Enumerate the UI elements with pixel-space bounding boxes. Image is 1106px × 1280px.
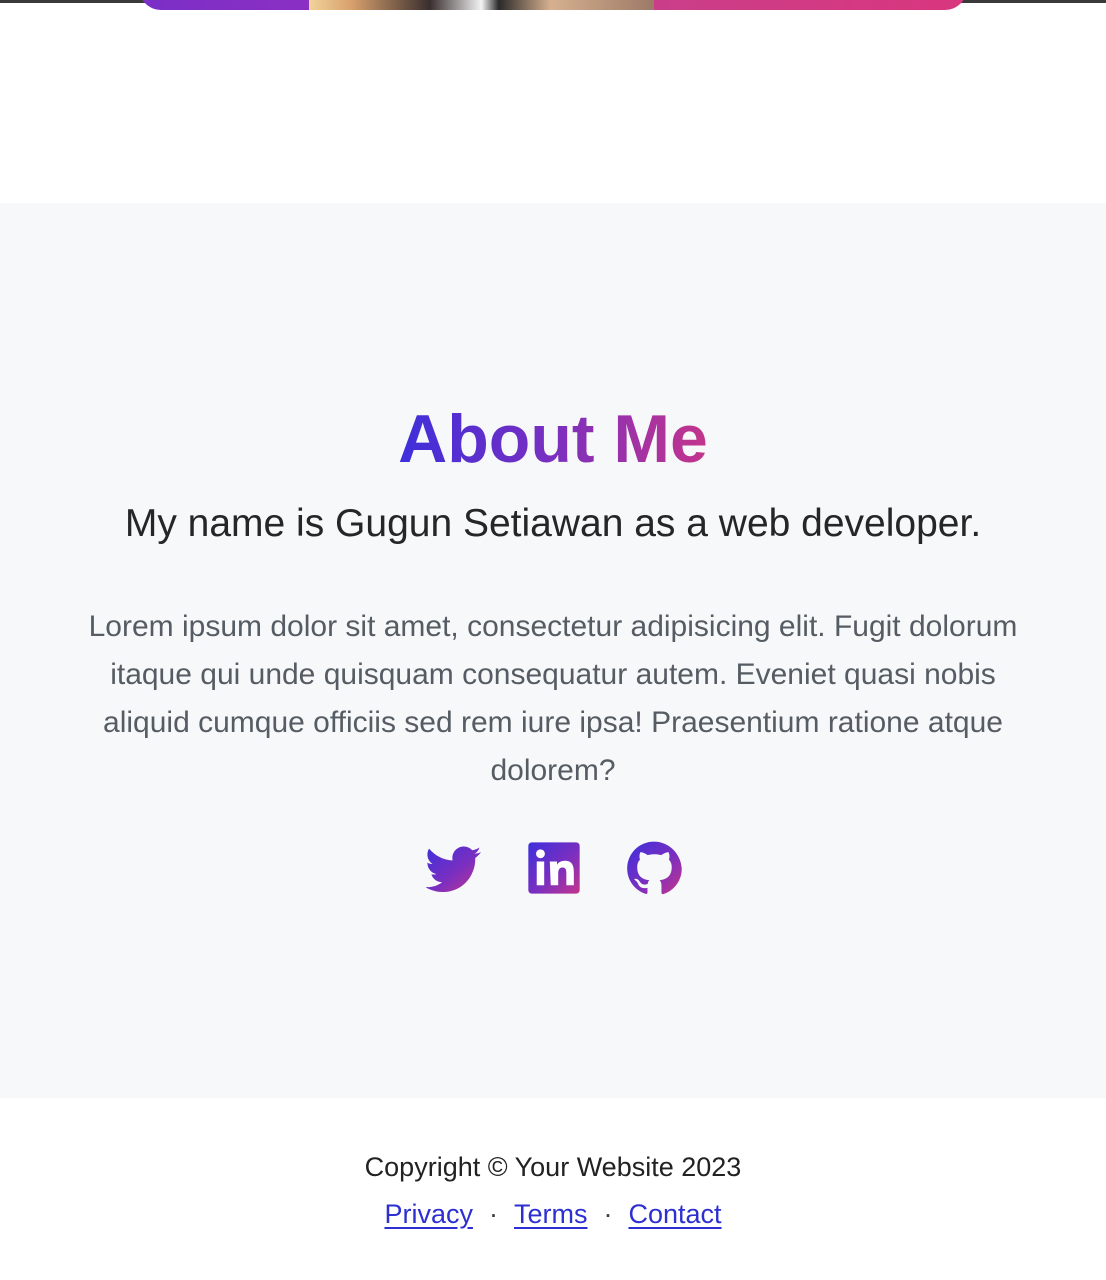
hero-image-card [139,0,967,10]
github-icon [627,841,682,895]
about-title: About Me [0,393,1106,485]
about-subtitle: My name is Gugun Setiawan as a web devel… [124,502,982,545]
linkedin-icon [528,842,580,894]
about-title-text: About Me [398,401,708,477]
contact-link[interactable]: Contact [628,1199,721,1229]
privacy-link[interactable]: Privacy [384,1199,473,1229]
footer-separator: · [488,1199,498,1229]
profile-photo [309,0,654,10]
social-links [0,840,1106,896]
twitter-icon [426,846,482,893]
about-description: Lorem ipsum dolor sit amet, consectetur … [88,610,1018,787]
footer-links: Privacy · Terms · Contact [0,1194,1106,1234]
linkedin-link[interactable] [526,840,582,896]
footer-copyright: Copyright © Your Website 2023 [364,1152,742,1182]
github-link[interactable] [626,840,682,896]
terms-link[interactable]: Terms [514,1199,588,1229]
footer-separator: · [603,1199,613,1229]
twitter-link[interactable] [426,840,482,896]
